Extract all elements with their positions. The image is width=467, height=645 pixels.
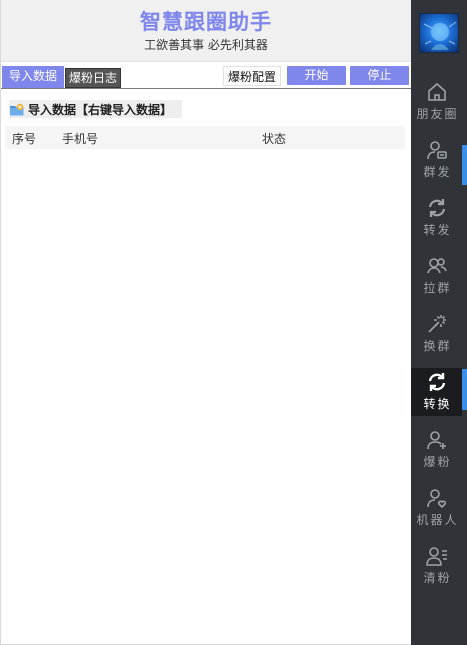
sidebar-item-convert[interactable]: 转换 [411,368,462,416]
sidebar-item-clean-fans[interactable]: 清粉 [411,542,462,590]
sidebar-item-add-fans[interactable]: 爆粉 [411,426,462,474]
main-panel: 智慧跟圈助手 工欲善其事 必先利其器 导入数据 爆粉日志 爆粉配置 开始 停止 … [0,0,411,645]
refresh-icon [428,199,445,217]
sidebar-item-label: 清粉 [423,571,452,585]
sidebar-item-label: 转换 [423,397,452,411]
home-icon [427,82,446,101]
folder-import-icon [9,102,25,116]
sidebar-active-marker [462,369,467,410]
sidebar-item-robot[interactable]: 机器人 [411,484,462,532]
sidebar-item-label: 机器人 [416,513,459,527]
table-header: 序号 手机号 状态 [5,126,405,149]
column-header-status[interactable]: 状态 [262,130,286,147]
import-data-hint[interactable]: 导入数据【右键导入数据】 [9,100,183,118]
sidebar-item-pull-group[interactable]: 拉群 [411,252,462,300]
user-list-icon [425,547,447,566]
sidebar-item-broadcast[interactable]: 群发 [411,136,462,184]
column-header-seq[interactable]: 序号 [12,130,36,147]
column-header-phone[interactable]: 手机号 [62,130,98,147]
sidebar-item-label: 朋友圈 [416,107,459,121]
sidebar-edge-marker [462,145,467,185]
app-title: 智慧跟圈助手 [140,10,272,34]
config-button[interactable]: 爆粉配置 [223,66,281,86]
start-button[interactable]: 开始 [287,66,346,85]
tab-import-data[interactable]: 导入数据 [2,66,64,88]
user-heart-icon [426,489,446,509]
sidebar-item-label: 换群 [423,339,452,353]
tab-fan-log[interactable]: 爆粉日志 [65,68,121,88]
sidebar-item-label: 爆粉 [423,455,452,469]
sidebar-item-forward[interactable]: 转发 [411,194,462,242]
app-subtitle: 工欲善其事 必先利其器 [144,38,268,52]
sidebar-item-label: 拉群 [423,281,452,295]
group-icon [426,258,447,274]
app-header: 智慧跟圈助手 工欲善其事 必先利其器 [1,0,411,62]
stop-button[interactable]: 停止 [350,66,409,85]
user-add-icon [426,431,446,450]
user-message-icon [426,141,447,160]
sidebar-item-switch-group[interactable]: 换群 [411,310,462,358]
avatar[interactable] [419,13,459,53]
sidebar-item-label: 群发 [423,165,452,179]
toolbar: 导入数据 爆粉日志 爆粉配置 开始 停止 [1,63,411,89]
refresh-icon [428,373,445,391]
magic-wand-icon [427,315,446,333]
import-hint-label: 导入数据【右键导入数据】 [28,102,173,117]
sidebar-item-moments[interactable]: 朋友圈 [411,78,462,126]
sidebar-item-label: 转发 [423,223,452,237]
sidebar: 朋友圈 群发 转发 拉群 换群 转换 爆粉 机器人 清粉 [411,0,467,645]
